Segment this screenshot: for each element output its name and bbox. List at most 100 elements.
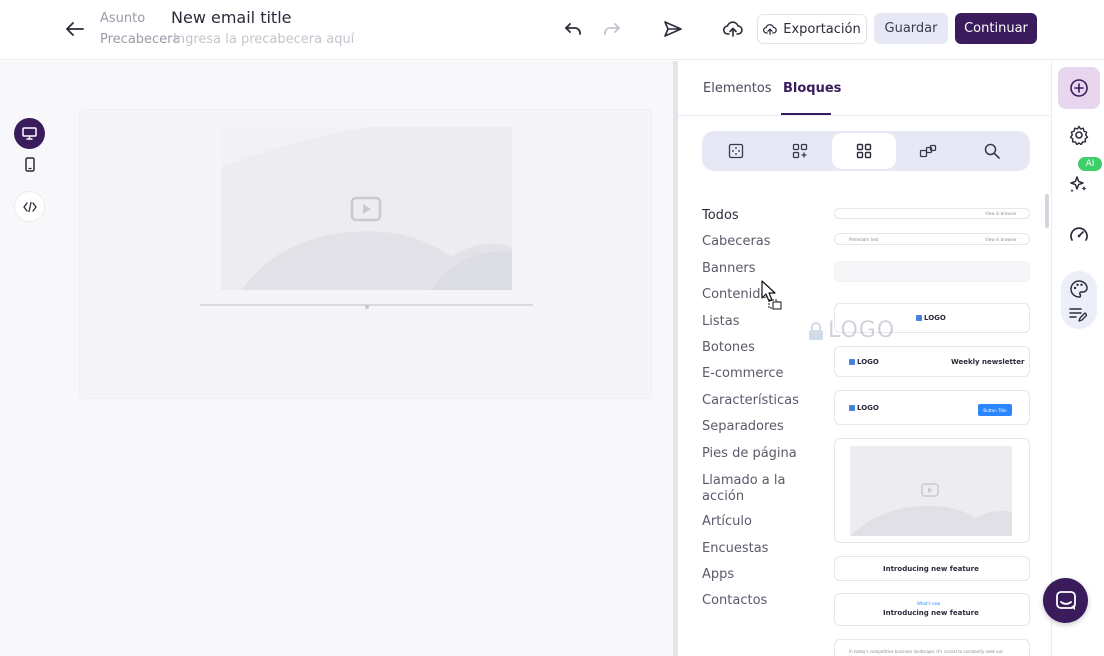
email-body[interactable] bbox=[79, 109, 652, 399]
top-bar: Asunto New email title Precabecera Expor… bbox=[0, 0, 1104, 60]
desktop-view-button[interactable] bbox=[14, 118, 45, 149]
export-button[interactable]: Exportación bbox=[757, 14, 867, 44]
thumb-video-image bbox=[850, 446, 1012, 536]
chat-icon bbox=[1055, 590, 1076, 610]
ai-assistant-button[interactable] bbox=[1058, 163, 1100, 205]
category-item[interactable]: Cabeceras bbox=[702, 234, 771, 250]
stack-layout-icon bbox=[919, 144, 937, 158]
search-blocks-button[interactable] bbox=[960, 133, 1024, 169]
thumb-title: Weekly newsletter bbox=[951, 358, 1025, 366]
block-thumbnail[interactable]: Introducing new feature bbox=[834, 556, 1030, 581]
block-thumbnail[interactable] bbox=[834, 261, 1030, 282]
category-item[interactable]: Contactos bbox=[702, 593, 767, 609]
category-item[interactable]: Pies de página bbox=[702, 446, 797, 462]
category-item[interactable]: Apps bbox=[702, 567, 734, 583]
cloud-upload-icon[interactable] bbox=[721, 17, 745, 41]
code-view-button[interactable] bbox=[14, 191, 45, 222]
category-item[interactable]: Botones bbox=[702, 340, 755, 356]
thumb-logo: LOGO bbox=[849, 358, 879, 366]
play-icon bbox=[350, 196, 382, 222]
thumb-button: Button Title bbox=[978, 404, 1012, 416]
thumb-link: View in browser bbox=[985, 237, 1017, 242]
panel-divider bbox=[678, 115, 1051, 116]
thumb-paragraph: In today's competitive business landscap… bbox=[849, 649, 1003, 654]
grid-icon bbox=[856, 143, 872, 159]
drag-cursor-icon bbox=[761, 280, 783, 310]
subject-input[interactable]: New email title bbox=[171, 8, 291, 27]
lock-icon bbox=[916, 315, 922, 321]
text-edit-icon[interactable] bbox=[1069, 307, 1087, 323]
thumb-eyebrow: What's new bbox=[917, 601, 941, 606]
category-item[interactable]: E-commerce bbox=[702, 366, 784, 382]
continue-button[interactable]: Continuar bbox=[955, 13, 1037, 44]
block-thumbnail[interactable]: In today's competitive business landscap… bbox=[834, 639, 1030, 656]
thumb-title: Introducing new feature bbox=[883, 565, 979, 573]
drop-indicator bbox=[365, 305, 369, 309]
thumb-logo: LOGO bbox=[916, 314, 946, 322]
panel-scrollbar[interactable] bbox=[1045, 194, 1049, 228]
phone-icon bbox=[24, 157, 35, 172]
category-item[interactable]: Todos bbox=[702, 208, 739, 224]
style-tools-group bbox=[1061, 271, 1097, 329]
performance-button[interactable] bbox=[1058, 213, 1100, 255]
plus-circle-icon bbox=[1070, 79, 1088, 97]
block-thumbnail[interactable]: View in browser bbox=[834, 208, 1030, 219]
layout-add-button[interactable] bbox=[768, 133, 832, 169]
preheader-label: Precabecera bbox=[100, 32, 181, 47]
export-label: Exportación bbox=[783, 21, 861, 37]
undo-icon[interactable] bbox=[561, 17, 585, 41]
tab-blocks[interactable]: Bloques bbox=[783, 81, 841, 96]
video-block[interactable] bbox=[221, 127, 512, 290]
block-layout-filter bbox=[702, 131, 1030, 171]
gear-icon bbox=[1069, 125, 1089, 145]
grid-add-icon bbox=[792, 143, 808, 159]
export-cloud-icon bbox=[763, 23, 777, 35]
category-item[interactable]: Artículo bbox=[702, 514, 752, 530]
redo-icon[interactable] bbox=[600, 17, 624, 41]
thumb-text: Preheader text bbox=[849, 237, 879, 242]
block-thumbnail[interactable]: What's new Introducing new feature bbox=[834, 593, 1030, 626]
dragged-block-ghost: LOGO bbox=[808, 318, 895, 343]
category-item[interactable]: Separadores bbox=[702, 419, 784, 435]
layout-grid-button[interactable] bbox=[832, 133, 896, 169]
category-item[interactable]: Características bbox=[702, 393, 799, 409]
category-item[interactable]: Encuestas bbox=[702, 541, 768, 557]
right-tool-rail: AI bbox=[1051, 61, 1104, 656]
blocks-panel: Elementos Bloques Todos Cabeceras Banner… bbox=[678, 61, 1051, 656]
ghost-logo-text: LOGO bbox=[828, 318, 896, 343]
search-icon bbox=[984, 143, 1000, 159]
add-content-button[interactable] bbox=[1058, 67, 1100, 109]
preheader-input[interactable] bbox=[173, 30, 373, 48]
lock-icon bbox=[849, 359, 855, 365]
lock-icon bbox=[849, 405, 855, 411]
layout-single-button[interactable] bbox=[704, 133, 768, 169]
support-chat-button[interactable] bbox=[1043, 578, 1088, 623]
block-thumbnail[interactable]: LOGO Button Title bbox=[834, 390, 1030, 425]
layout-stack-button[interactable] bbox=[896, 133, 960, 169]
code-icon bbox=[22, 201, 37, 212]
category-item[interactable]: Contenido bbox=[702, 287, 768, 303]
block-thumbnail[interactable]: LOGO Weekly newsletter bbox=[834, 346, 1030, 377]
monitor-icon bbox=[22, 127, 37, 140]
block-thumbnail[interactable] bbox=[834, 438, 1030, 543]
save-button[interactable]: Guardar bbox=[874, 13, 948, 44]
category-item[interactable]: Listas bbox=[702, 314, 739, 330]
editor-canvas bbox=[0, 61, 673, 656]
palette-icon[interactable] bbox=[1069, 279, 1089, 299]
thumb-link: View in browser bbox=[985, 211, 1017, 216]
block-thumbnail[interactable]: Preheader text View in browser bbox=[834, 233, 1030, 245]
subject-label: Asunto bbox=[100, 11, 146, 26]
category-item[interactable]: Llamado a la acción bbox=[702, 473, 792, 505]
lock-icon bbox=[808, 321, 824, 340]
category-item[interactable]: Banners bbox=[702, 261, 755, 277]
sparkle-icon bbox=[1070, 176, 1087, 193]
settings-button[interactable] bbox=[1058, 114, 1100, 156]
thumb-title: Introducing new feature bbox=[883, 609, 979, 617]
back-arrow-icon[interactable] bbox=[62, 16, 88, 42]
thumb-logo: LOGO bbox=[849, 404, 879, 412]
send-icon[interactable] bbox=[661, 17, 685, 41]
speedometer-icon bbox=[1070, 227, 1088, 241]
mobile-view-button[interactable] bbox=[14, 149, 45, 180]
single-layout-icon bbox=[728, 143, 744, 159]
tab-elements[interactable]: Elementos bbox=[703, 81, 772, 96]
